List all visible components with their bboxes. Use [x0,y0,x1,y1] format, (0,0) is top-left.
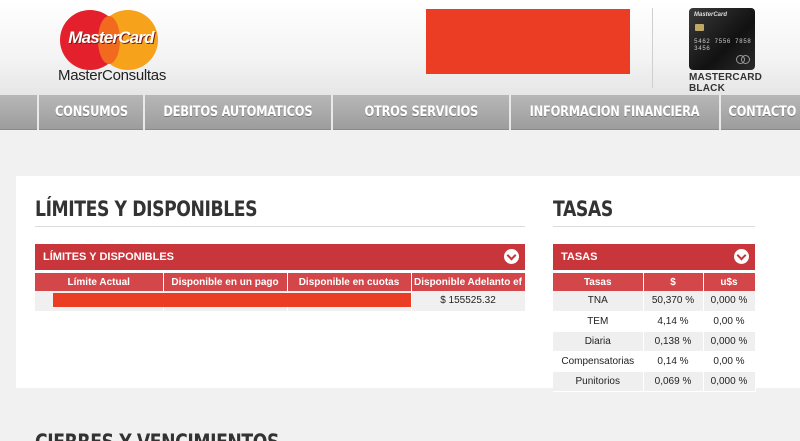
table-header: Disponible en un pago [163,273,288,291]
tasa-name: Punitorios [553,371,644,392]
chevron-down-icon[interactable] [734,249,749,264]
table-header-row: Límite Actual Disponible en un pago Disp… [35,273,526,291]
table-row: Compensatorias 0,14 % 0,00 % [553,351,756,372]
tasas-section-title: TASAS [553,197,613,221]
tasa-name: Compensatorias [553,351,644,372]
tasa-pesos: 0,14 % [643,351,704,372]
tasas-title-underline [553,226,755,227]
table-row: TNA 50,370 % 0,000 % [553,291,756,312]
table-header-row: Tasas $ u$s [553,273,756,291]
tasa-dolares: 0,000 % [703,331,756,352]
brand-subtitle: MasterConsultas [58,67,167,84]
tasas-table: Tasas $ u$s TNA 50,370 % 0,000 % TEM 4,1… [553,273,756,392]
nav-debitos-automaticos[interactable]: DEBITOS AUTOMATICOS [143,95,331,130]
table-header: Límite Actual [35,273,164,291]
table-header: u$s [703,273,756,291]
tasa-pesos: 0,069 % [643,371,704,392]
tasa-dolares: 0,000 % [703,371,756,392]
table-row: TEM 4,14 % 0,00 % [553,311,756,332]
limites-section-title: LÍMITES Y DISPONIBLES [35,197,258,221]
main-nav: CONSUMOS DEBITOS AUTOMATICOS OTROS SERVI… [0,95,800,130]
table-row: Diaria 0,138 % 0,000 % [553,331,756,352]
tasa-dolares: 0,000 % [703,291,756,312]
card-brand-text: MasterCard [694,12,728,18]
tasa-pesos: 50,370 % [643,291,704,312]
tasa-pesos: 0,138 % [643,331,704,352]
tasas-panel-header[interactable]: TASAS [553,244,755,270]
nav-otros-servicios[interactable]: OTROS SERVICIOS [331,95,509,130]
tasa-name: TEM [553,311,644,332]
card-type-label: MASTERCARD BLACK [689,72,763,94]
site-header: MasterCard MasterConsultas MasterCard 54… [0,0,800,95]
limites-title-underline [35,226,525,227]
card-logo-icon [736,55,750,64]
cierres-section-title: CIERRES Y VENCIMIENTOS [35,430,333,441]
redacted-user-info [426,9,630,74]
tasa-pesos: 4,14 % [643,311,704,332]
tasa-dolares: 0,00 % [703,311,756,332]
card-number-text: 5462 7556 7858 3456 [694,38,752,52]
nav-informacion-financiera[interactable]: INFORMACION FINANCIERA [509,95,719,130]
table-header: $ [643,273,704,291]
tasa-name: Diaria [553,331,644,352]
chevron-down-icon[interactable] [504,249,519,264]
mastercard-logo[interactable]: MasterCard [60,10,158,70]
limites-bar-label: LÍMITES Y DISPONIBLES [43,251,175,263]
table-row: Punitorios 0,069 % 0,000 % [553,371,756,392]
redacted-limits [53,293,411,307]
card-image: MasterCard 5462 7556 7858 3456 [689,8,755,70]
table-header: Tasas [553,273,644,291]
card-chip-icon [695,24,704,31]
table-header: Disponible Adelanto ef [411,273,526,291]
limites-panel-header[interactable]: LÍMITES Y DISPONIBLES [35,244,525,270]
nav-contacto[interactable]: CONTACTO [719,95,800,130]
logo-text: MasterCard [68,28,154,47]
table-header: Disponible en cuotas [287,273,412,291]
disponible-adelanto-cell: $ 155525.32 [411,291,526,312]
tasa-name: TNA [553,291,644,312]
tasas-bar-label: TASAS [561,251,598,263]
nav-consumos[interactable]: CONSUMOS [37,95,143,130]
tasa-dolares: 0,00 % [703,351,756,372]
header-divider [652,8,653,88]
